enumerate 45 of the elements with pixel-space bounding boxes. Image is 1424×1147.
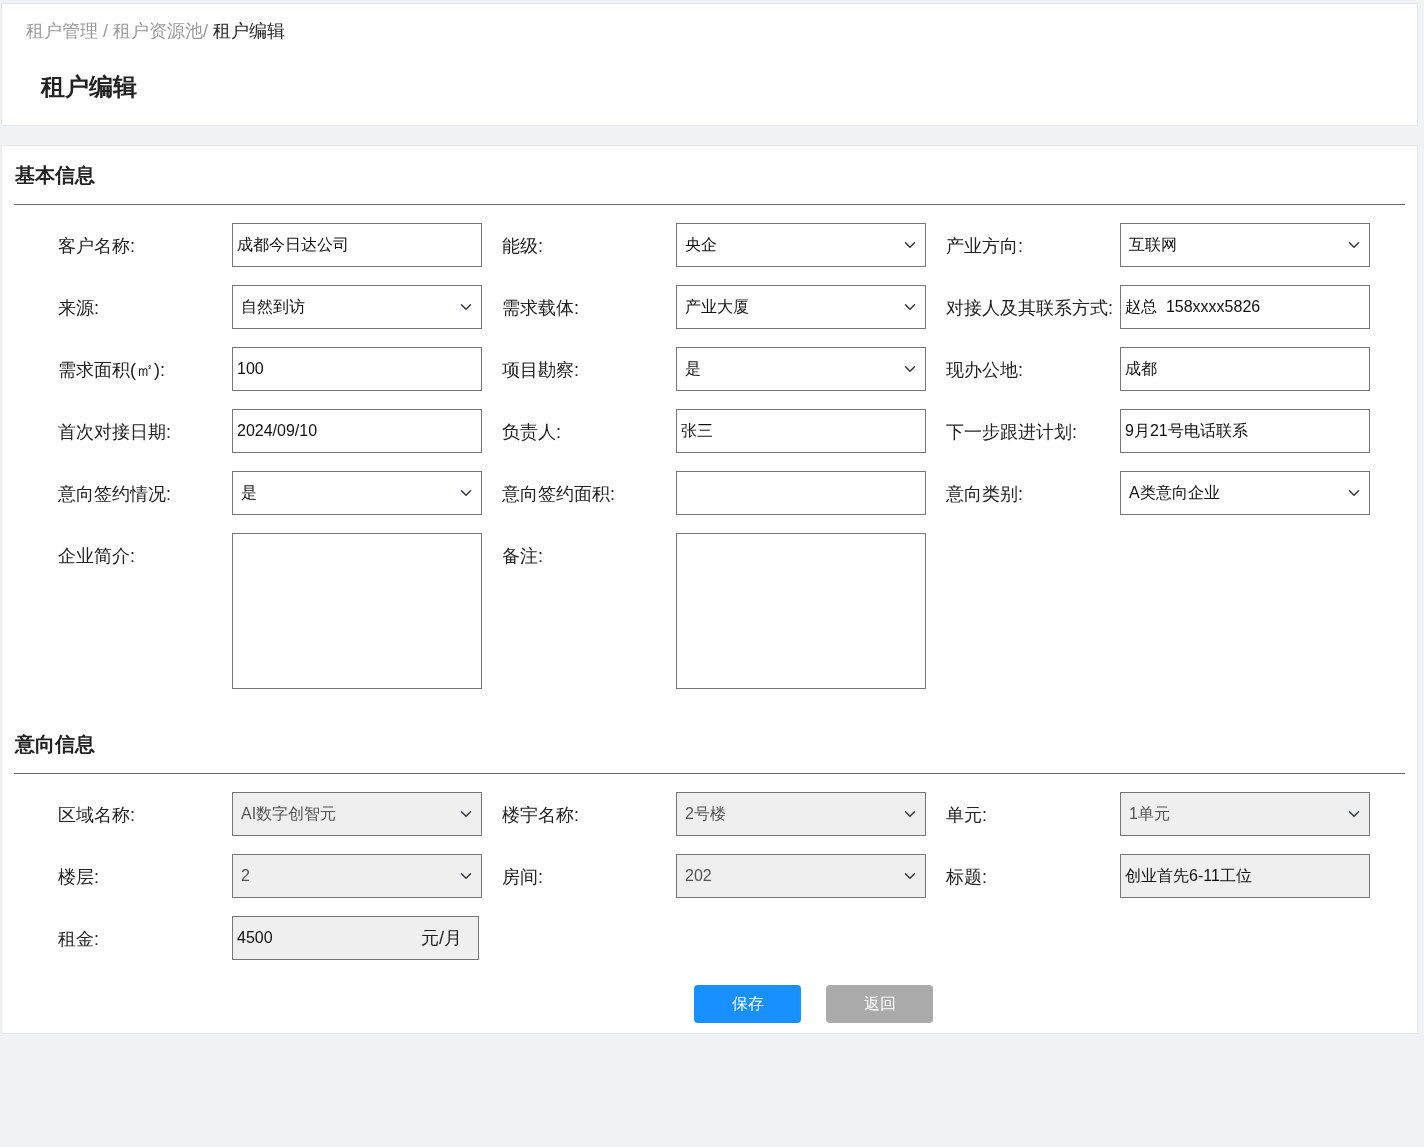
field-label: 负责人: (502, 421, 562, 444)
field-label: 首次对接日期: (58, 421, 172, 444)
field-label: 区域名称: (58, 804, 136, 827)
field-label: 意向签约情况: (58, 483, 172, 506)
field-label: 需求面积(㎡): (58, 359, 166, 382)
field-label: 租金: (58, 928, 100, 951)
field-label: 能级: (502, 235, 544, 258)
field-label: 企业简介: (58, 545, 136, 568)
text-area[interactable] (232, 533, 482, 689)
input-field[interactable]: 成都 (1120, 347, 1370, 391)
select-field[interactable]: A类意向企业 (1120, 471, 1370, 515)
field-label: 房间: (502, 866, 544, 889)
input-field[interactable]: 2024/09/10 (232, 409, 482, 453)
field-label: 下一步跟进计划: (946, 421, 1078, 444)
field-label: 备注: (502, 545, 544, 568)
select-field[interactable]: 互联网 (1120, 223, 1370, 267)
text-area[interactable] (676, 533, 926, 689)
input-field[interactable]: 100 (232, 347, 482, 391)
input-field[interactable] (676, 471, 926, 515)
select-field[interactable]: 央企 (676, 223, 926, 267)
input-field[interactable]: 成都今日达公司 (232, 223, 482, 267)
select-field[interactable]: 是 (232, 471, 482, 515)
field-label: 需求载体: (502, 297, 580, 320)
field-label: 现办公地: (946, 359, 1024, 382)
field-label: 项目勘察: (502, 359, 580, 382)
field-label: 楼层: (58, 866, 100, 889)
input-field[interactable]: 9月21号电话联系 (1120, 409, 1370, 453)
select-field[interactable]: 自然到访 (232, 285, 482, 329)
breadcrumb-current: 租户编辑 (213, 21, 286, 41)
input-field[interactable]: 张三 (676, 409, 926, 453)
field-label: 来源: (58, 297, 100, 320)
field-label: 楼宇名称: (502, 804, 580, 827)
field-label: 意向签约面积: (502, 483, 616, 506)
field-label: 单元: (946, 804, 988, 827)
section-title: 基本信息 (15, 163, 95, 188)
page-title: 租户编辑 (41, 72, 137, 102)
field-label: 对接人及其联系方式: (946, 297, 1114, 320)
section-title: 意向信息 (15, 732, 95, 757)
field-label: 产业方向: (946, 235, 1024, 258)
field-label: 标题: (946, 866, 988, 889)
input-field[interactable]: 赵总 158xxxx5826 (1120, 285, 1370, 329)
select-field[interactable]: 产业大厦 (676, 285, 926, 329)
select-field[interactable]: 是 (676, 347, 926, 391)
field-label: 客户名称: (58, 235, 136, 258)
field-label: 意向类别: (946, 483, 1024, 506)
